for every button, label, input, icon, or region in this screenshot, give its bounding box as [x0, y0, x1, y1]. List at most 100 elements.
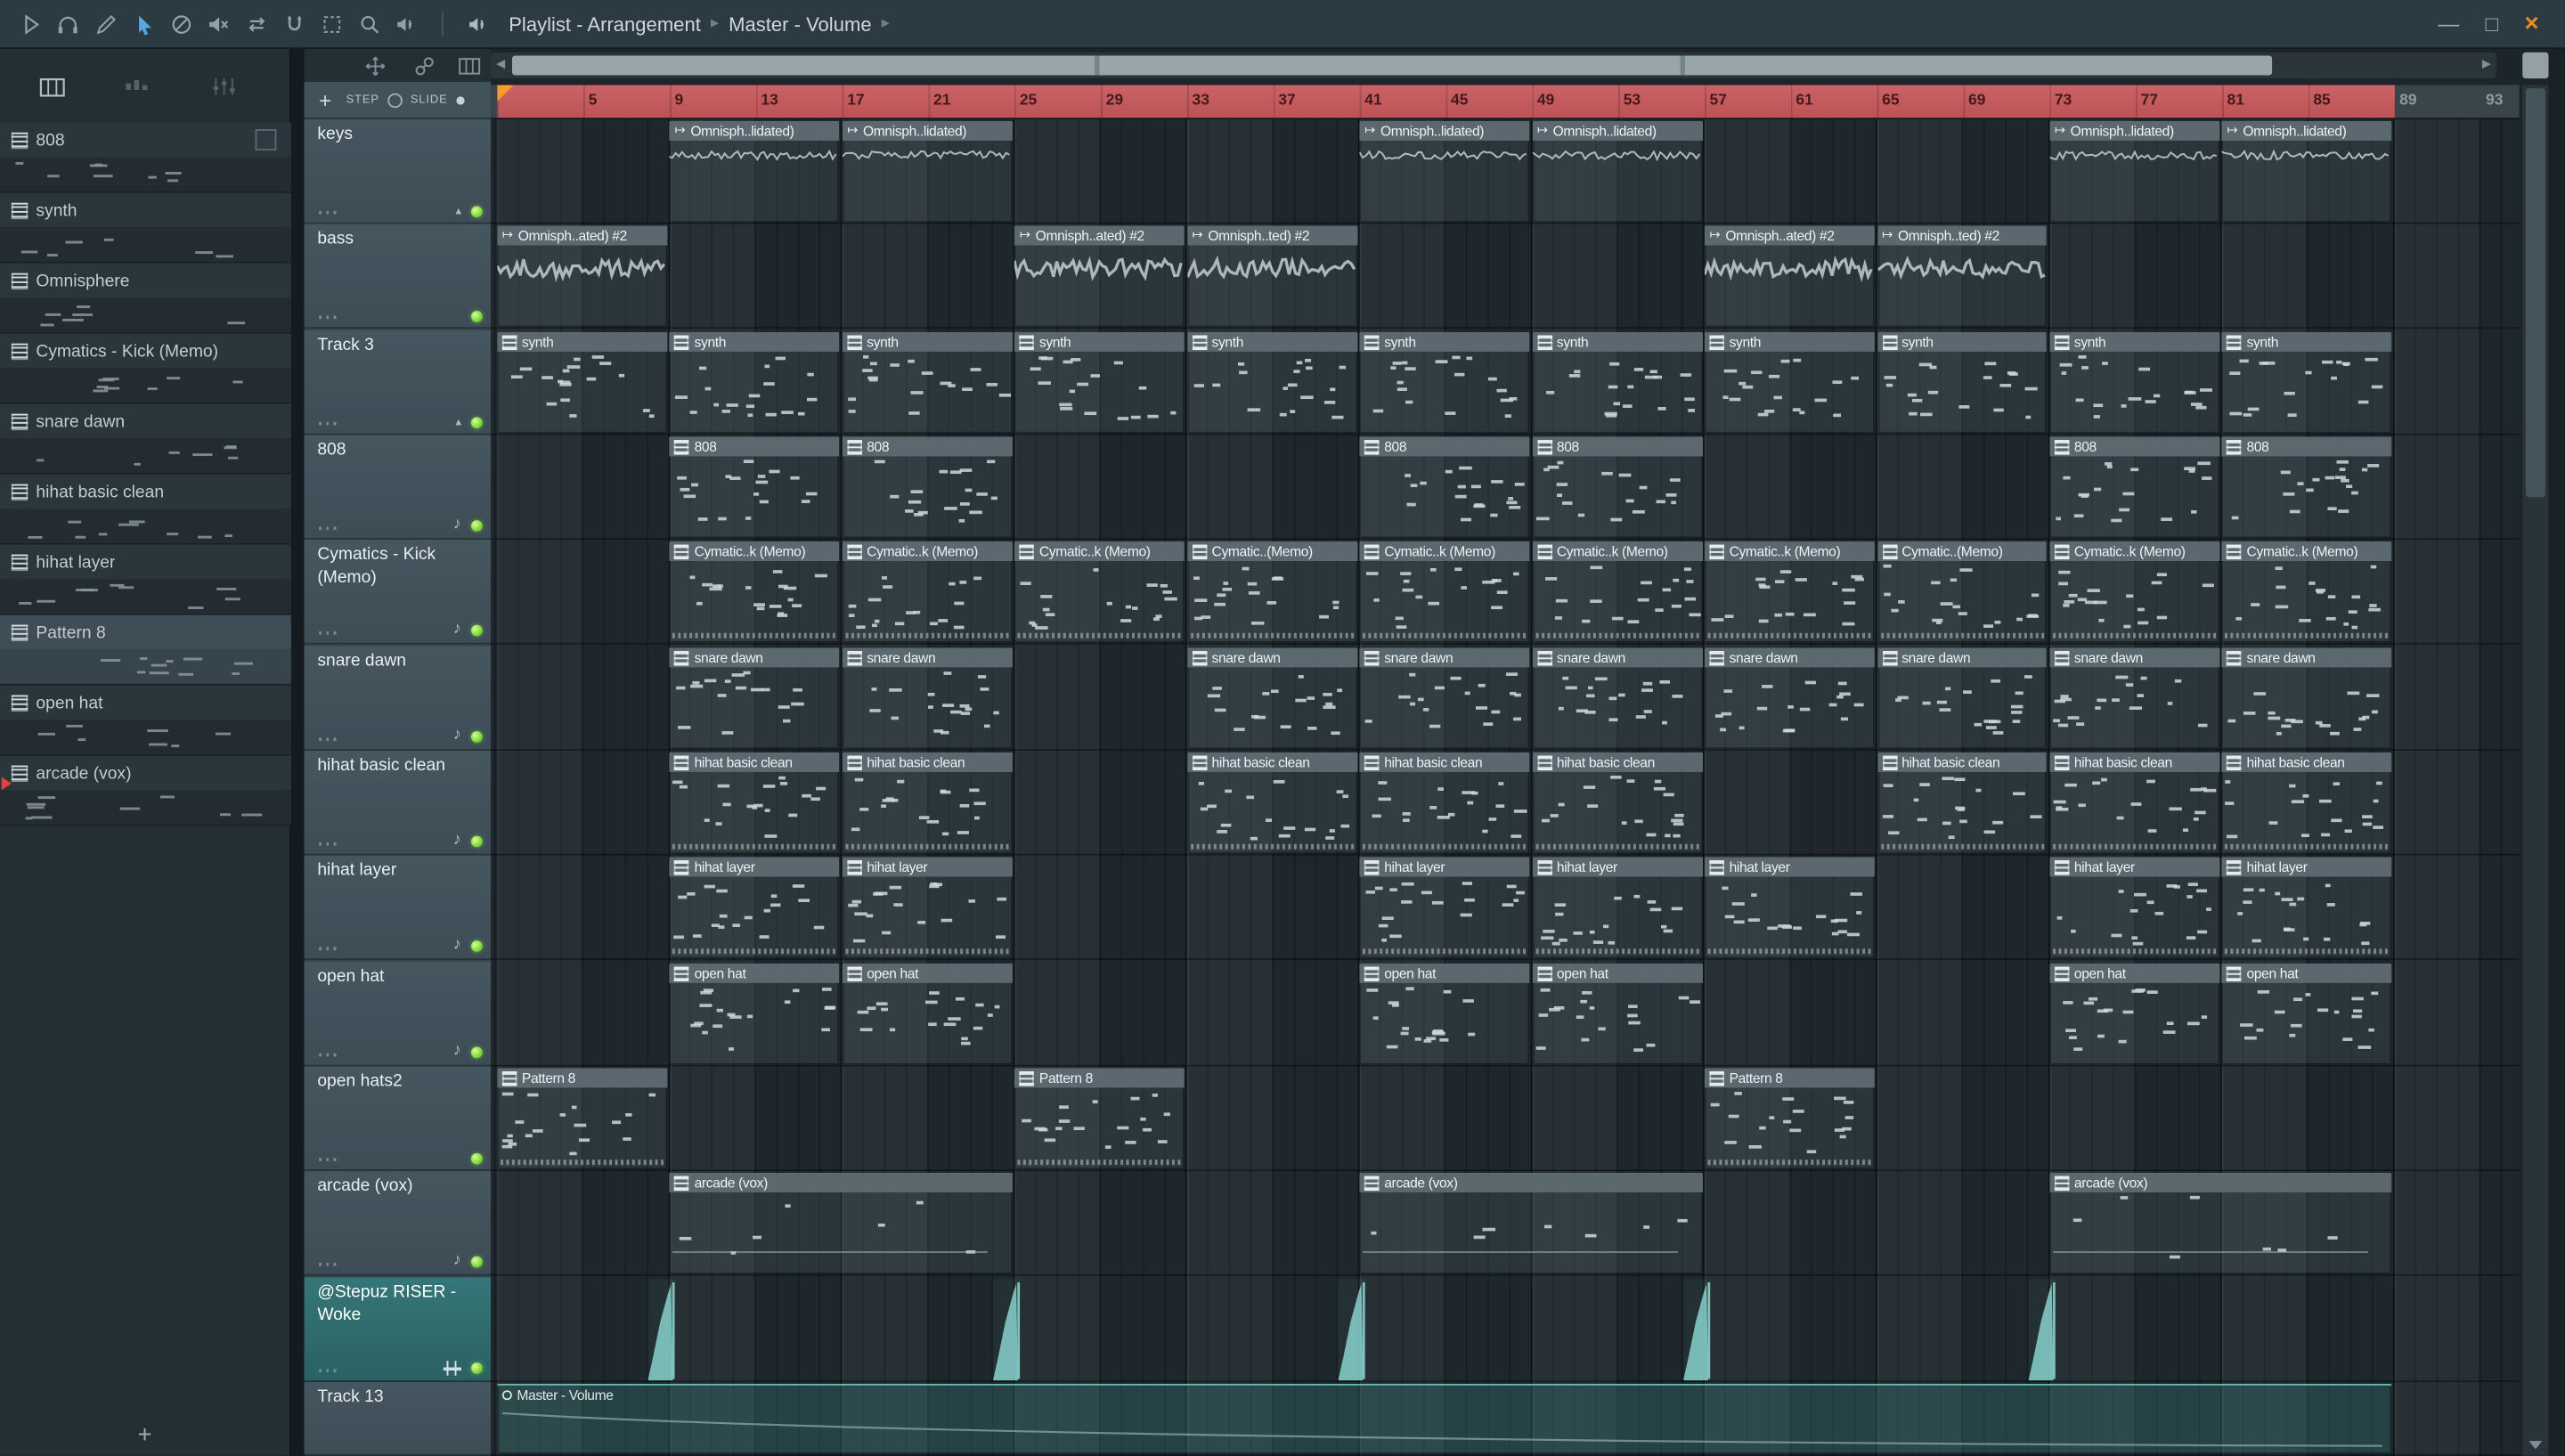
playlist-clip[interactable]: hihat basic clean: [842, 752, 1013, 854]
pattern-item[interactable]: hihat basic clean: [0, 474, 291, 545]
zoom-frame-icon[interactable]: [317, 10, 345, 37]
timeline-ruler[interactable]: 5 9 13 17 21 25 29 33 37 41 45 49 53 57 61 65 69 73 77 81 85…: [491, 85, 2520, 120]
playlist-clip[interactable]: synth: [1014, 331, 1185, 434]
breadcrumb-item[interactable]: Playlist - Arrangement: [509, 12, 701, 36]
track-enable-led[interactable]: [470, 834, 483, 847]
track-header[interactable]: keys ▴: [304, 119, 492, 224]
instrument-note-icon[interactable]: ♪: [453, 1252, 461, 1269]
pattern-item[interactable]: hihat layer: [0, 544, 291, 615]
pattern-item[interactable]: 808: [0, 122, 291, 193]
playlist-clip[interactable]: open hat: [1359, 963, 1530, 1065]
horizontal-scroll-handle[interactable]: [511, 55, 2273, 76]
playlist-clip[interactable]: snare dawn: [670, 647, 840, 750]
track-enable-led[interactable]: [470, 1255, 483, 1267]
playlist-clip[interactable]: snare dawn: [842, 647, 1013, 750]
track-enable-led[interactable]: [470, 623, 483, 636]
play-icon[interactable]: [16, 10, 44, 37]
track-options-icon[interactable]: [319, 947, 339, 951]
scroll-right-icon[interactable]: ▶: [2477, 53, 2496, 78]
playlist-clip[interactable]: Cymatic..k (Memo): [842, 541, 1013, 643]
close-button[interactable]: ×: [2525, 12, 2539, 37]
maximize-button[interactable]: □: [2486, 13, 2498, 35]
playlist-clip[interactable]: ↦ Omnisph..ted) #2: [1877, 225, 2048, 328]
instrument-note-icon[interactable]: ♪: [453, 937, 461, 953]
track-enable-led[interactable]: [470, 417, 483, 429]
playlist-clip[interactable]: snare dawn: [1877, 647, 2048, 750]
playlist-clip[interactable]: hihat basic clean: [1877, 752, 2048, 854]
playlist-clip[interactable]: synth: [497, 331, 668, 434]
playlist-clip[interactable]: ↦ Omnisph..ated) #2: [1705, 225, 1875, 328]
scrollbar-corner-button[interactable]: [2522, 52, 2549, 79]
instrument-note-icon[interactable]: ♪: [453, 1043, 461, 1060]
playlist-clip[interactable]: [1338, 1279, 1366, 1381]
playlist-clip[interactable]: ↦ Omnisph..lidated): [670, 120, 840, 223]
headphones-icon[interactable]: [54, 10, 82, 37]
speaker-icon[interactable]: [465, 10, 493, 37]
playlist-clip[interactable]: snare dawn: [2221, 647, 2392, 750]
playlist-clip[interactable]: open hat: [1532, 963, 1703, 1065]
track-header[interactable]: snare dawn ♪: [304, 646, 492, 752]
playlist-clip[interactable]: hihat basic clean: [2221, 752, 2392, 854]
playlist-clip[interactable]: 808: [2049, 436, 2220, 539]
playlist-clip[interactable]: hihat basic clean: [2049, 752, 2220, 854]
playlist-clip[interactable]: [1682, 1279, 1711, 1381]
playlist-clip[interactable]: hihat layer: [1532, 857, 1703, 959]
volume-icon[interactable]: [393, 10, 420, 37]
track-options-icon[interactable]: [319, 842, 339, 846]
track-options-icon[interactable]: [319, 630, 339, 635]
playlist-clip[interactable]: Cymatic..k (Memo): [1359, 541, 1530, 643]
slide-toggle[interactable]: [455, 95, 464, 104]
pattern-item[interactable]: synth: [0, 192, 291, 264]
playlist-clip[interactable]: Pattern 8: [1014, 1068, 1185, 1170]
playlist-clip[interactable]: synth: [842, 331, 1013, 434]
mixer-route-icon[interactable]: [443, 1361, 461, 1376]
playlist-clip[interactable]: Cymatic..k (Memo): [1532, 541, 1703, 643]
track-enable-led[interactable]: [470, 1045, 483, 1058]
playlist-clip[interactable]: [647, 1279, 676, 1381]
breadcrumb-item[interactable]: Master - Volume: [729, 12, 871, 36]
playlist-clip[interactable]: snare dawn: [2049, 647, 2220, 750]
zoom-icon[interactable]: [355, 10, 383, 37]
track-header[interactable]: hihat basic clean ♪: [304, 751, 492, 856]
playlist-clip[interactable]: ↦ Omnisph..lidated): [842, 120, 1013, 223]
playlist-clip[interactable]: ↦ Omnisph..lidated): [1532, 120, 1703, 223]
track-options-icon[interactable]: [319, 315, 339, 320]
panel-divider[interactable]: [290, 49, 305, 1456]
playlist-clip[interactable]: synth: [2049, 331, 2220, 434]
step-toggle[interactable]: [387, 92, 403, 108]
minimize-button[interactable]: —: [2438, 13, 2459, 35]
track-header[interactable]: arcade (vox) ♪: [304, 1171, 492, 1276]
track-header[interactable]: @Stepuz RISER - Woke: [304, 1277, 492, 1383]
playlist-clip[interactable]: hihat layer: [670, 857, 840, 959]
piano-view-icon[interactable]: [455, 53, 484, 78]
playlist-clip[interactable]: hihat basic clean: [1359, 752, 1530, 854]
instrument-note-icon[interactable]: ♪: [453, 727, 461, 744]
track-header[interactable]: open hat ♪: [304, 961, 492, 1067]
scroll-left-icon[interactable]: ◀: [491, 53, 510, 78]
magnet-icon[interactable]: [280, 10, 307, 37]
playlist-clip[interactable]: synth: [1877, 331, 2048, 434]
playlist-clip[interactable]: ↦ Omnisph..ated) #2: [497, 225, 668, 328]
track-enable-led[interactable]: [470, 206, 483, 218]
playlist-clip[interactable]: synth: [1359, 331, 1530, 434]
playlist-clip[interactable]: 808: [1532, 436, 1703, 539]
playlist-clip[interactable]: synth: [1187, 331, 1357, 434]
track-options-icon[interactable]: [319, 1262, 339, 1266]
pattern-item[interactable]: Pattern 8: [0, 614, 291, 686]
playlist-clip[interactable]: Cymatic..(Memo): [1877, 541, 2048, 643]
slider-panel-icon[interactable]: [208, 74, 240, 100]
pattern-item[interactable]: Omnisphere: [0, 263, 291, 334]
collapse-track-icon[interactable]: ▴: [456, 206, 461, 217]
playlist-clip[interactable]: 808: [2221, 436, 2392, 539]
playlist-grid[interactable]: ↦ Omnisph..lidated) ↦ Omnisph..lidated) ↦ Omn…: [491, 119, 2520, 1456]
playlist-clip[interactable]: 808: [1359, 436, 1530, 539]
playlist-clip[interactable]: Pattern 8: [1705, 1068, 1875, 1170]
playlist-clip[interactable]: Master - Volume: [497, 1383, 2392, 1454]
playlist-clip[interactable]: hihat layer: [2221, 857, 2392, 959]
track-options-icon[interactable]: [319, 1369, 339, 1373]
track-header[interactable]: bass: [304, 224, 492, 329]
playlist-clip[interactable]: 808: [842, 436, 1013, 539]
track-enable-led[interactable]: [470, 1152, 483, 1165]
playlist-clip[interactable]: Cymatic..(Memo): [1187, 541, 1357, 643]
playlist-clip[interactable]: Pattern 8: [497, 1068, 668, 1170]
